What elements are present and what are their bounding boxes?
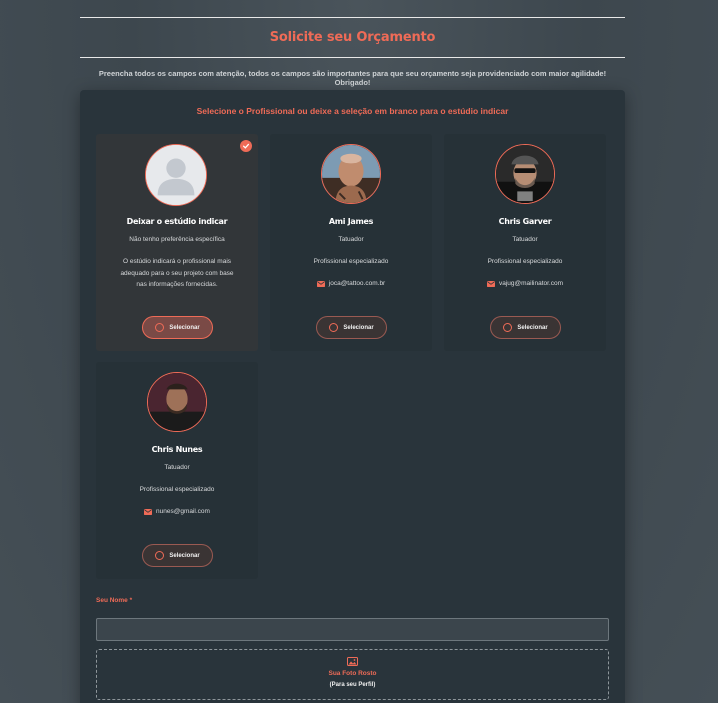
select-button[interactable]: Selecionar [142, 544, 213, 567]
professional-section-title: Selecione o Profissional ou deixe a sele… [196, 106, 509, 116]
avatar [321, 144, 381, 204]
name-field-label: Seu Nome * [96, 597, 133, 604]
envelope-icon [316, 280, 325, 287]
professional-specialty: Profissional especializado [139, 486, 215, 493]
professional-email: nunes@gmail.com [96, 508, 258, 515]
form-panel: Selecione o Profissional ou deixe a sele… [80, 90, 625, 703]
professional-name: Ami James [328, 217, 374, 226]
professional-email: vajug@mailinator.com [444, 280, 606, 287]
professional-name: Deixar o estúdio indicar [126, 217, 228, 226]
avatar [495, 144, 555, 204]
select-button-label: Selecionar [517, 324, 548, 331]
default-user-icon [145, 144, 207, 206]
professional-role: Tatuador [164, 464, 190, 471]
professional-card-chris-garver[interactable]: Chris Garver Tatuador Profissional espec… [444, 134, 606, 351]
select-button-label: Selecionar [169, 552, 200, 559]
radio-icon [155, 323, 165, 332]
select-button[interactable]: Selecionar [316, 316, 387, 339]
photo-upload-title: Sua Foto Rosto [328, 670, 377, 677]
professional-email: joca@tattoo.com.br [270, 280, 432, 287]
email-text: nunes@gmail.com [156, 508, 210, 515]
page-title: Solicite seu Orçamento [269, 30, 436, 45]
professional-specialty: Profissional especializado [313, 258, 389, 265]
page-header: Solicite seu Orçamento [80, 17, 625, 58]
select-button[interactable]: Selecionar [490, 316, 561, 339]
name-input[interactable] [96, 618, 609, 641]
professional-role: Tatuador [338, 236, 364, 243]
selected-check-icon [240, 140, 252, 152]
professional-name: Chris Garver [498, 217, 552, 226]
professional-card-ami-james[interactable]: Ami James Tatuador Profissional especial… [270, 134, 432, 351]
select-button-label: Selecionar [343, 324, 374, 331]
photo-upload-dropzone[interactable]: Sua Foto Rosto (Para seu Perfil) [96, 649, 609, 700]
photo-upload-subtitle: (Para seu Perfil) [329, 682, 376, 688]
professional-specialty: Profissional especializado [487, 258, 563, 265]
professional-role: Não tenho preferência específica [129, 236, 225, 243]
image-icon [347, 657, 358, 666]
select-button[interactable]: Selecionar [142, 316, 213, 339]
envelope-icon [486, 280, 495, 287]
radio-icon [155, 551, 165, 560]
select-button-label: Selecionar [169, 324, 200, 331]
envelope-icon [144, 508, 153, 515]
professional-card-studio[interactable]: Deixar o estúdio indicar Não tenho prefe… [96, 134, 258, 351]
email-text: joca@tattoo.com.br [328, 280, 386, 287]
radio-icon [329, 323, 339, 332]
professional-name: Chris Nunes [151, 445, 203, 454]
form-instructions: Preencha todos os campos com atenção, to… [98, 69, 607, 87]
email-text: vajug@mailinator.com [498, 280, 564, 287]
professional-card-chris-nunes[interactable]: Chris Nunes Tatuador Profissional especi… [96, 362, 258, 579]
avatar [147, 372, 207, 432]
radio-icon [503, 323, 513, 332]
professional-description: O estúdio indicará o profissional mais a… [120, 258, 234, 288]
professional-role: Tatuador [512, 236, 538, 243]
